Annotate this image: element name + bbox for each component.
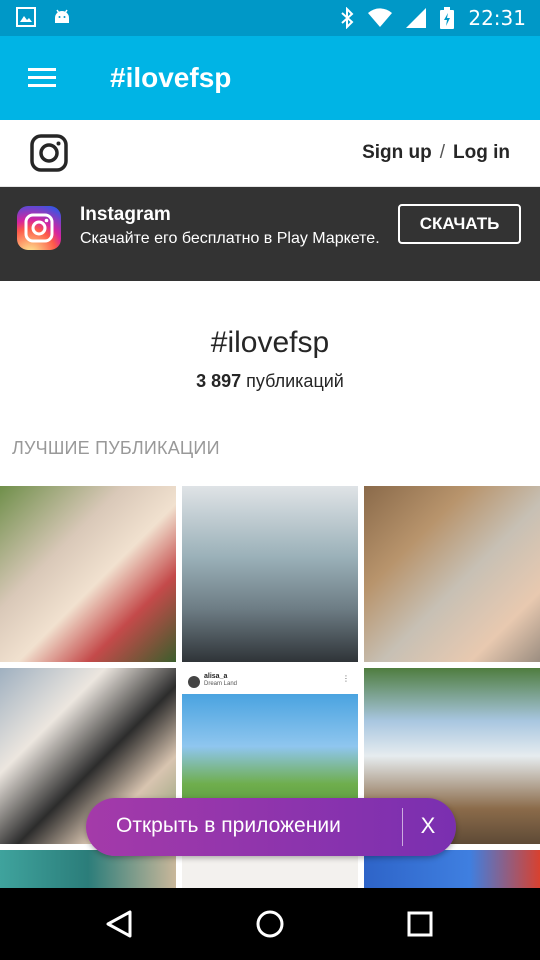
post-username: alisa_a [204,673,228,680]
auth-separator: / [439,142,446,163]
bluetooth-icon [341,7,354,29]
post-count-number: 3 897 [196,371,242,391]
auth-links: Sign up / Log in [362,142,510,164]
post-location: Dream Land [204,681,238,687]
instagram-logo-icon [17,206,61,250]
post-thumbnail[interactable] [0,486,176,662]
download-button[interactable]: СКАЧАТЬ [398,204,521,244]
android-icon [55,9,69,23]
post-count-suffix: публикаций [241,371,344,391]
open-in-app-pill: Открыть в приложении X [86,798,456,856]
menu-icon[interactable] [28,68,56,88]
battery-icon [440,7,455,29]
hashtag-title: #ilovefsp [210,326,330,359]
open-in-app-button[interactable]: Открыть в приложении [116,814,341,838]
pill-divider [402,808,403,846]
navigation-bar [0,888,540,960]
image-icon [16,7,36,27]
status-bar: 22:31 [0,0,540,36]
wifi-icon [368,8,393,27]
app-bar: #ilovefsp [0,36,540,120]
avatar [188,676,200,688]
post-count: 3 897 публикаций [0,371,540,392]
sign-up-link[interactable]: Sign up [362,142,432,164]
close-icon[interactable]: X [414,812,442,840]
instagram-header: Sign up / Log in [0,120,540,187]
app-title: #ilovefsp [110,62,232,93]
post-thumbnail[interactable] [364,486,540,662]
home-icon[interactable] [254,908,286,940]
top-posts-label: ЛУЧШИЕ ПУБЛИКАЦИИ [12,438,220,458]
back-icon[interactable] [104,908,136,940]
instagram-glyph-icon[interactable] [30,134,68,172]
log-in-link[interactable]: Log in [453,142,510,164]
app-download-banner: Instagram Скачайте его бесплатно в Play … [0,187,540,281]
more-icon: ⋮ [342,674,350,683]
post-thumbnail[interactable] [182,486,358,662]
banner-title: Instagram [80,204,171,225]
status-time: 22:31 [468,6,526,30]
signal-icon [406,8,427,28]
recent-apps-icon[interactable] [404,908,436,940]
banner-subtitle: Скачайте его бесплатно в Play Маркете. [80,230,380,247]
